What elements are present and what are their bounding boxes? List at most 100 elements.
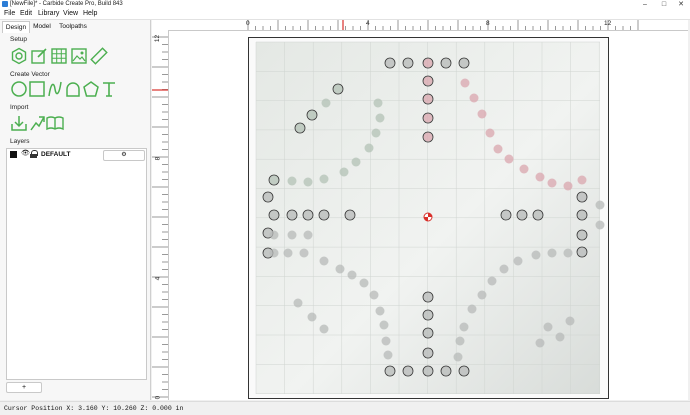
layer-settings-button[interactable]: ⚙ <box>103 150 145 161</box>
minimize-button[interactable]: – <box>636 0 654 9</box>
peg-hole <box>287 230 297 240</box>
peg-hole <box>283 248 293 258</box>
peg-hole <box>345 210 355 220</box>
peg-hole <box>403 58 413 68</box>
peg-hole <box>263 192 273 202</box>
arch-icon[interactable] <box>64 80 82 98</box>
peg-hole <box>383 350 393 360</box>
peg-hole <box>595 220 605 230</box>
close-button[interactable]: ✕ <box>672 0 690 9</box>
peg-hole <box>469 93 479 103</box>
peg-hole <box>459 58 469 68</box>
peg-hole <box>303 210 313 220</box>
peg-hole <box>577 247 587 257</box>
gear-icon: ⚙ <box>121 152 127 158</box>
peg-hole <box>577 175 587 185</box>
peg-hole <box>319 324 329 334</box>
menu-edit[interactable]: Edit <box>20 9 32 19</box>
tab-toolpaths[interactable]: Toolpaths <box>56 21 90 32</box>
layers-heading: Layers <box>10 138 30 145</box>
peg-hole <box>423 328 433 338</box>
rectangle-icon[interactable] <box>28 80 46 98</box>
peg-hole <box>423 132 433 142</box>
peg-hole <box>517 210 527 220</box>
menu-library[interactable]: Library <box>38 9 59 19</box>
peg-hole <box>477 290 487 300</box>
peg-hole <box>423 113 433 123</box>
edit-icon[interactable] <box>30 47 48 65</box>
layer-name: DEFAULT <box>41 151 71 158</box>
add-layer-button[interactable]: + <box>6 382 42 393</box>
menu-bar: File Edit Library View Help <box>0 9 690 20</box>
design-canvas[interactable] <box>248 37 609 399</box>
app-icon <box>2 1 8 7</box>
peg-hole <box>371 128 381 138</box>
peg-hole <box>287 210 297 220</box>
title-bar: [NewFile]* - Carbide Create Pro, Build 8… <box>0 0 690 9</box>
library-icon[interactable] <box>46 114 64 132</box>
peg-hole <box>319 210 329 220</box>
peg-hole <box>565 316 575 326</box>
menu-file[interactable]: File <box>4 9 15 19</box>
peg-hole <box>501 210 511 220</box>
menu-view[interactable]: View <box>63 9 78 19</box>
import-heading: Import <box>10 104 29 111</box>
peg-hole <box>423 292 433 302</box>
status-bar: Cursor Position X: 3.160 Y: 10.260 Z: 0.… <box>0 401 690 415</box>
peg-hole <box>543 322 553 332</box>
layers-list: 👁 DEFAULT ⚙ <box>6 148 147 380</box>
peg-hole <box>364 143 374 153</box>
design-panel: Design Model Toolpaths Setup Create Vect… <box>0 20 151 400</box>
peg-hole <box>423 58 433 68</box>
stock-canvas[interactable] <box>248 37 609 399</box>
polygon-icon[interactable] <box>82 80 100 98</box>
peg-hole <box>533 210 543 220</box>
peg-hole <box>547 248 557 258</box>
peg-hole <box>441 58 451 68</box>
peg-hole <box>577 192 587 202</box>
peg-hole <box>535 172 545 182</box>
peg-hole <box>321 98 331 108</box>
peg-hole <box>493 144 503 154</box>
tab-design[interactable]: Design <box>2 21 30 33</box>
peg-hole <box>423 310 433 320</box>
peg-hole <box>563 181 573 191</box>
peg-hole <box>287 176 297 186</box>
peg-hole <box>513 256 523 266</box>
import-icon[interactable] <box>10 114 28 132</box>
peg-hole <box>385 366 395 376</box>
peg-hole <box>369 290 379 300</box>
gear-icon[interactable] <box>10 47 28 65</box>
peg-hole <box>319 256 329 266</box>
maximize-button[interactable]: □ <box>655 0 673 9</box>
menu-help[interactable]: Help <box>83 9 97 19</box>
text-icon[interactable] <box>100 80 118 98</box>
peg-hole <box>535 338 545 348</box>
layer-row[interactable]: 👁 DEFAULT ⚙ <box>7 149 146 161</box>
peg-hole <box>293 298 303 308</box>
import-vector-icon[interactable] <box>28 114 46 132</box>
lock-body <box>30 154 37 158</box>
peg-hole <box>375 306 385 316</box>
peg-hole <box>423 348 433 358</box>
peg-hole <box>477 109 487 119</box>
peg-hole <box>307 110 317 120</box>
peg-hole <box>385 58 395 68</box>
curve-icon[interactable] <box>46 80 64 98</box>
tab-model[interactable]: Model <box>30 21 54 32</box>
peg-hole <box>485 128 495 138</box>
ruler-icon[interactable] <box>90 47 108 65</box>
peg-hole <box>453 352 463 362</box>
circle-icon[interactable] <box>10 80 28 98</box>
peg-hole <box>455 336 465 346</box>
peg-hole <box>307 312 317 322</box>
eye-icon[interactable]: 👁 <box>21 149 30 157</box>
image-icon[interactable] <box>70 47 88 65</box>
peg-hole <box>269 210 279 220</box>
setup-heading: Setup <box>10 36 27 43</box>
layer-color-swatch[interactable] <box>10 151 17 158</box>
table-icon[interactable] <box>50 47 68 65</box>
peg-hole <box>531 250 541 260</box>
vertical-ruler: 12 8 4 0 <box>152 30 169 400</box>
peg-hole <box>499 264 509 274</box>
